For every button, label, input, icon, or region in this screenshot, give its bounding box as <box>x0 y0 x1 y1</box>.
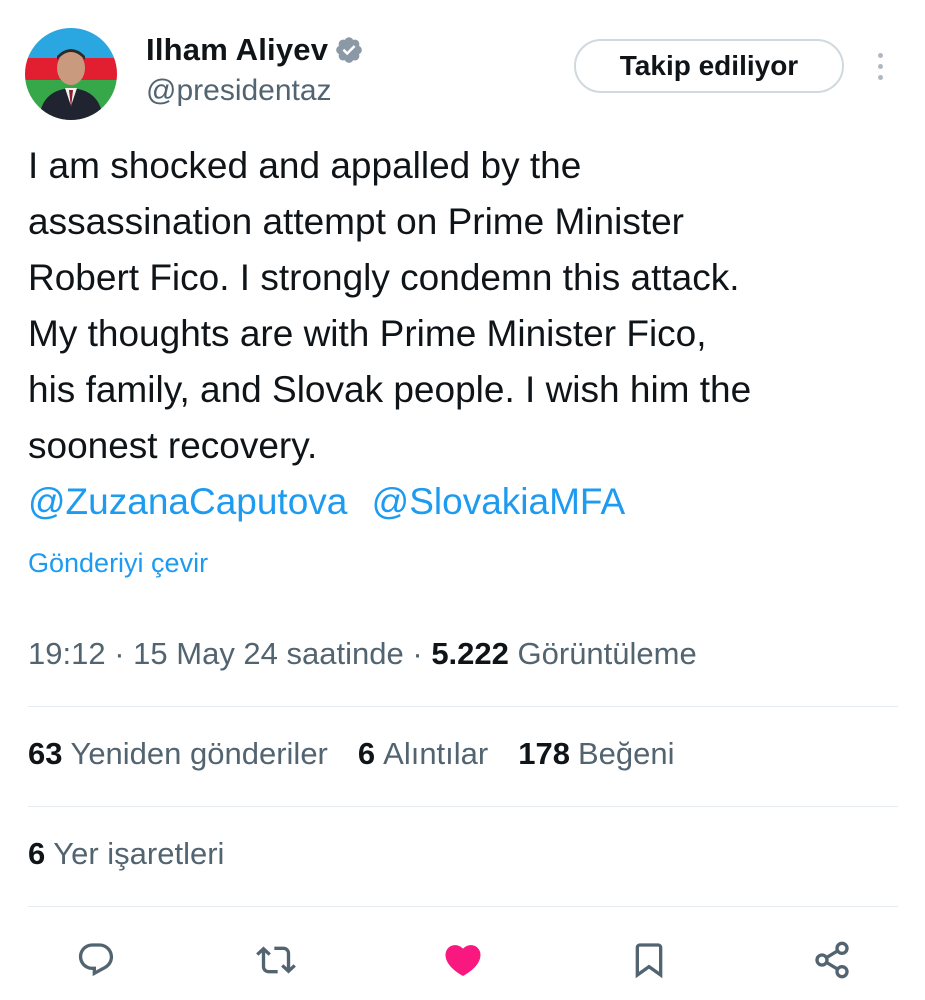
engagement-stats: 63 Yeniden gönderiler 6 Alıntılar 178 Beğen… <box>28 736 675 772</box>
tweet-time[interactable]: 19:12 <box>28 636 106 671</box>
tweet-text-line: Robert Fico. I strongly condemn this att… <box>28 257 740 298</box>
tweet-text-line: assassination attempt on Prime Minister <box>28 201 684 242</box>
tweet-action-bar <box>0 930 925 990</box>
avatar-image <box>25 28 117 120</box>
views-label: Görüntüleme <box>517 636 697 671</box>
divider <box>28 706 898 707</box>
likes-label: Beğeni <box>577 736 675 771</box>
repost-icon[interactable] <box>254 938 298 982</box>
meta-separator: · <box>114 636 125 671</box>
mention-link[interactable]: @ZuzanaCaputova <box>28 481 347 522</box>
author-handle[interactable]: @presidentaz <box>146 74 332 108</box>
tweet-meta: 19:12 · 15 May 24 saatinde · 5.222 Görün… <box>28 636 697 672</box>
reposts-stat[interactable]: 63 Yeniden gönderiler <box>28 736 328 772</box>
reposts-count: 63 <box>28 736 63 771</box>
tweet-text: I am shocked and appalled by the assassi… <box>28 138 908 474</box>
more-dot <box>877 63 883 69</box>
divider <box>28 806 898 807</box>
tweet-text-line: I am shocked and appalled by the <box>28 145 582 186</box>
quotes-label: Alıntılar <box>383 736 489 771</box>
verified-badge-icon <box>334 35 364 65</box>
tweet-mentions: @ZuzanaCaputova @SlovakiaMFA <box>28 474 625 530</box>
likes-count: 178 <box>518 736 570 771</box>
tweet-text-line: My thoughts are with Prime Minister Fico… <box>28 313 707 354</box>
reposts-label: Yeniden gönderiler <box>70 736 328 771</box>
quotes-count: 6 <box>357 736 376 771</box>
quotes-stat[interactable]: 6 Alıntılar <box>358 736 488 772</box>
bookmarks-count: 6 <box>28 836 46 871</box>
more-dot <box>877 74 883 80</box>
share-icon[interactable] <box>810 938 854 982</box>
meta-separator: · <box>412 636 423 671</box>
like-icon[interactable] <box>441 938 485 982</box>
tweet-header: Ilham Aliyev @presidentaz Takip ediliyor <box>0 0 925 130</box>
tweet-text-line: soonest recovery. <box>28 425 318 466</box>
bookmark-icon[interactable] <box>627 938 671 982</box>
following-button[interactable]: Takip ediliyor <box>574 39 844 93</box>
author-display-name[interactable]: Ilham Aliyev <box>146 32 328 68</box>
bookmarks-label: Yer işaretleri <box>53 836 225 871</box>
more-options-icon[interactable] <box>866 46 894 86</box>
bookmarks-stat[interactable]: 6 Yer işaretleri <box>28 836 224 872</box>
avatar[interactable] <box>25 28 117 120</box>
tweet-text-line: his family, and Slovak people. I wish hi… <box>28 369 752 410</box>
mention-link[interactable]: @SlovakiaMFA <box>372 481 625 522</box>
more-dot <box>877 52 883 58</box>
views-count: 5.222 <box>431 636 509 671</box>
author-name-row[interactable]: Ilham Aliyev <box>146 30 364 70</box>
divider <box>28 906 898 907</box>
translate-post-link[interactable]: Gönderiyi çevir <box>28 548 208 579</box>
likes-stat[interactable]: 178 Beğeni <box>518 736 674 772</box>
reply-icon[interactable] <box>74 938 118 982</box>
tweet-date[interactable]: 15 May 24 saatinde <box>133 636 404 671</box>
